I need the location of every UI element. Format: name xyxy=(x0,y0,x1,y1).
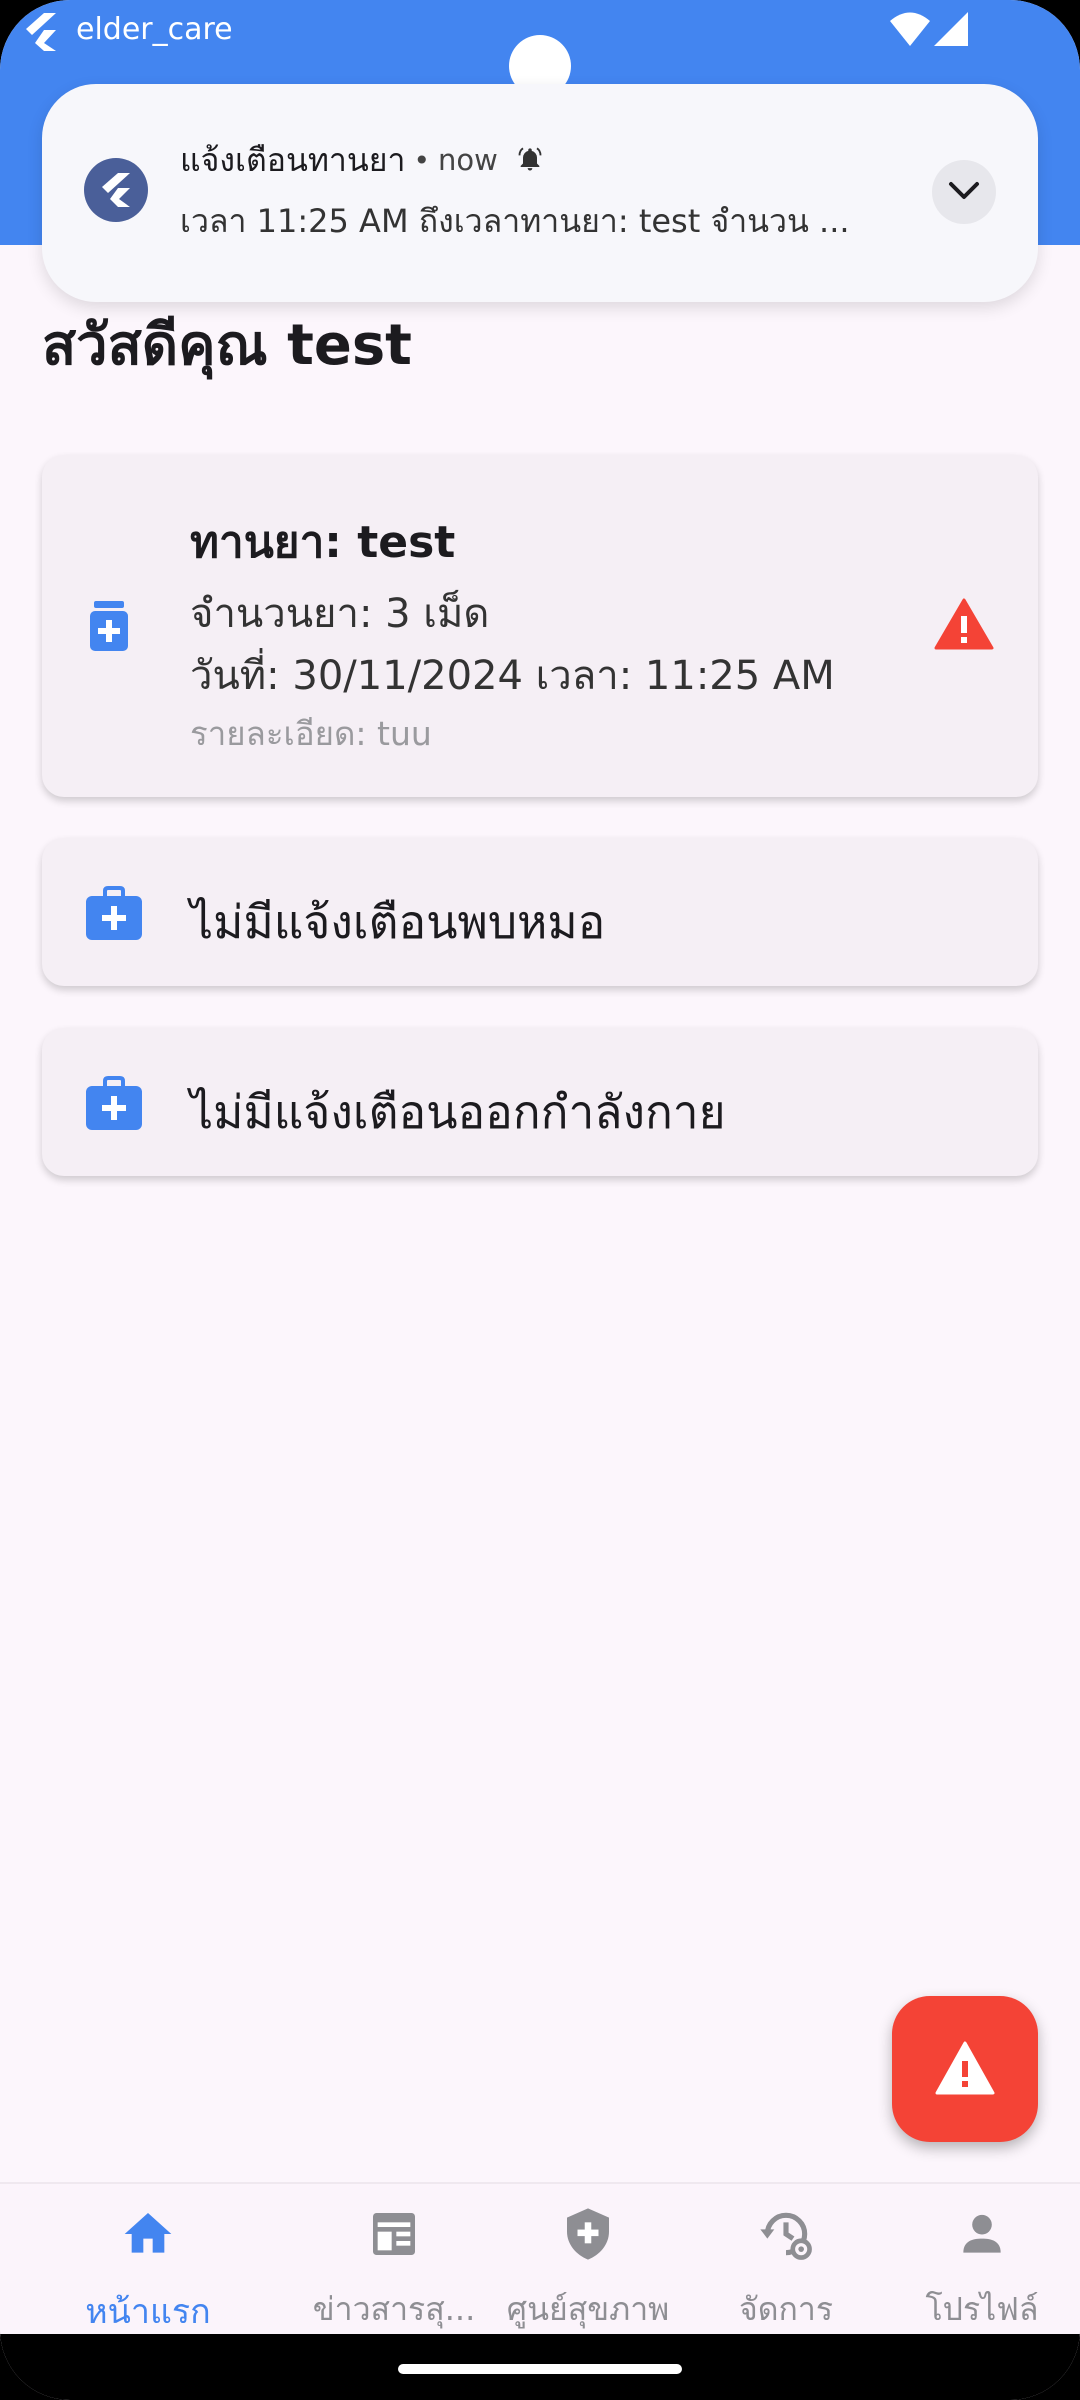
app-screen: elder_care แจ้งเตือนทานยา • now เวลา 11:… xyxy=(0,0,1080,2400)
medicine-title: ทานยา: test xyxy=(190,517,456,568)
nav-label-profile: โปรไฟล์ xyxy=(925,2290,1039,2328)
warning-icon xyxy=(934,598,994,650)
nav-item-manage[interactable]: จัดการ xyxy=(678,2184,894,2336)
doctor-reminder-text: ไม่มีแจ้งเตือนพบหมอ xyxy=(190,895,606,949)
warning-icon xyxy=(935,2041,995,2095)
nav-item-health-center[interactable]: ศูนย์สุขภาพ xyxy=(480,2184,696,2336)
notification-title: แจ้งเตือนทานยา xyxy=(180,140,406,179)
flutter-logo-icon xyxy=(84,158,148,222)
gesture-navigation-bar xyxy=(0,2334,1080,2400)
nav-label-home: หน้าแรก xyxy=(85,2292,211,2332)
nav-label-health-center: ศูนย์สุขภาพ xyxy=(506,2290,670,2328)
person-icon xyxy=(963,2214,1001,2253)
notification-body: เวลา 11:25 AM ถึงเวลาทานยา: test จำนวน .… xyxy=(180,202,850,240)
exercise-reminder-text: ไม่มีแจ้งเตือนออกกำลังกาย xyxy=(190,1085,726,1139)
bell-ring-icon xyxy=(518,147,542,171)
nav-item-news[interactable]: ข่าวสารสุ... xyxy=(286,2184,502,2336)
notification-banner[interactable]: แจ้งเตือนทานยา • now เวลา 11:25 AM ถึงเว… xyxy=(42,84,1038,302)
medication-icon xyxy=(90,601,128,651)
status-app-name: elder_care xyxy=(76,12,233,47)
nav-item-home[interactable]: หน้าแรก xyxy=(40,2184,256,2336)
exercise-reminder-card[interactable]: ไม่มีแจ้งเตือนออกกำลังกาย xyxy=(42,1028,1038,1176)
home-gesture-handle[interactable] xyxy=(398,2364,682,2374)
home-icon xyxy=(124,2213,172,2253)
medicine-detail: รายละเอียด: tuu xyxy=(190,714,432,753)
medicine-quantity: จำนวนยา: 3 เม็ด xyxy=(190,591,490,637)
signal-icon xyxy=(934,12,968,46)
notification-expand-button[interactable] xyxy=(932,160,996,224)
health-shield-icon xyxy=(567,2208,609,2260)
nav-label-manage: จัดการ xyxy=(738,2290,834,2328)
notification-separator: • xyxy=(413,143,430,177)
bottom-navigation: หน้าแรก ข่าวสารสุ... ศูนย์สุขภาพ จัดการ … xyxy=(0,2182,1080,2336)
manage-history-icon xyxy=(760,2212,812,2260)
flutter-logo-icon xyxy=(26,13,56,51)
medicine-date-time: วันที่: 30/11/2024 เวลา: 11:25 AM xyxy=(190,653,835,699)
nav-label-news: ข่าวสารสุ... xyxy=(312,2290,476,2328)
wifi-icon xyxy=(890,12,930,46)
emergency-fab-button[interactable] xyxy=(892,1996,1038,2142)
newspaper-icon xyxy=(373,2213,415,2255)
medicine-reminder-card[interactable]: ทานยา: test จำนวนยา: 3 เม็ด วันที่: 30/1… xyxy=(42,455,1038,797)
nav-item-profile[interactable]: โปรไฟล์ xyxy=(874,2184,1080,2336)
notification-time: now xyxy=(437,143,498,177)
greeting-title: สวัสดีคุณ test xyxy=(42,313,412,378)
medical-bag-icon xyxy=(86,1076,142,1130)
doctor-reminder-card[interactable]: ไม่มีแจ้งเตือนพบหมอ xyxy=(42,838,1038,986)
notification-header: แจ้งเตือนทานยา • now xyxy=(180,140,544,180)
medical-bag-icon xyxy=(86,886,142,940)
chevron-down-icon xyxy=(949,182,979,199)
